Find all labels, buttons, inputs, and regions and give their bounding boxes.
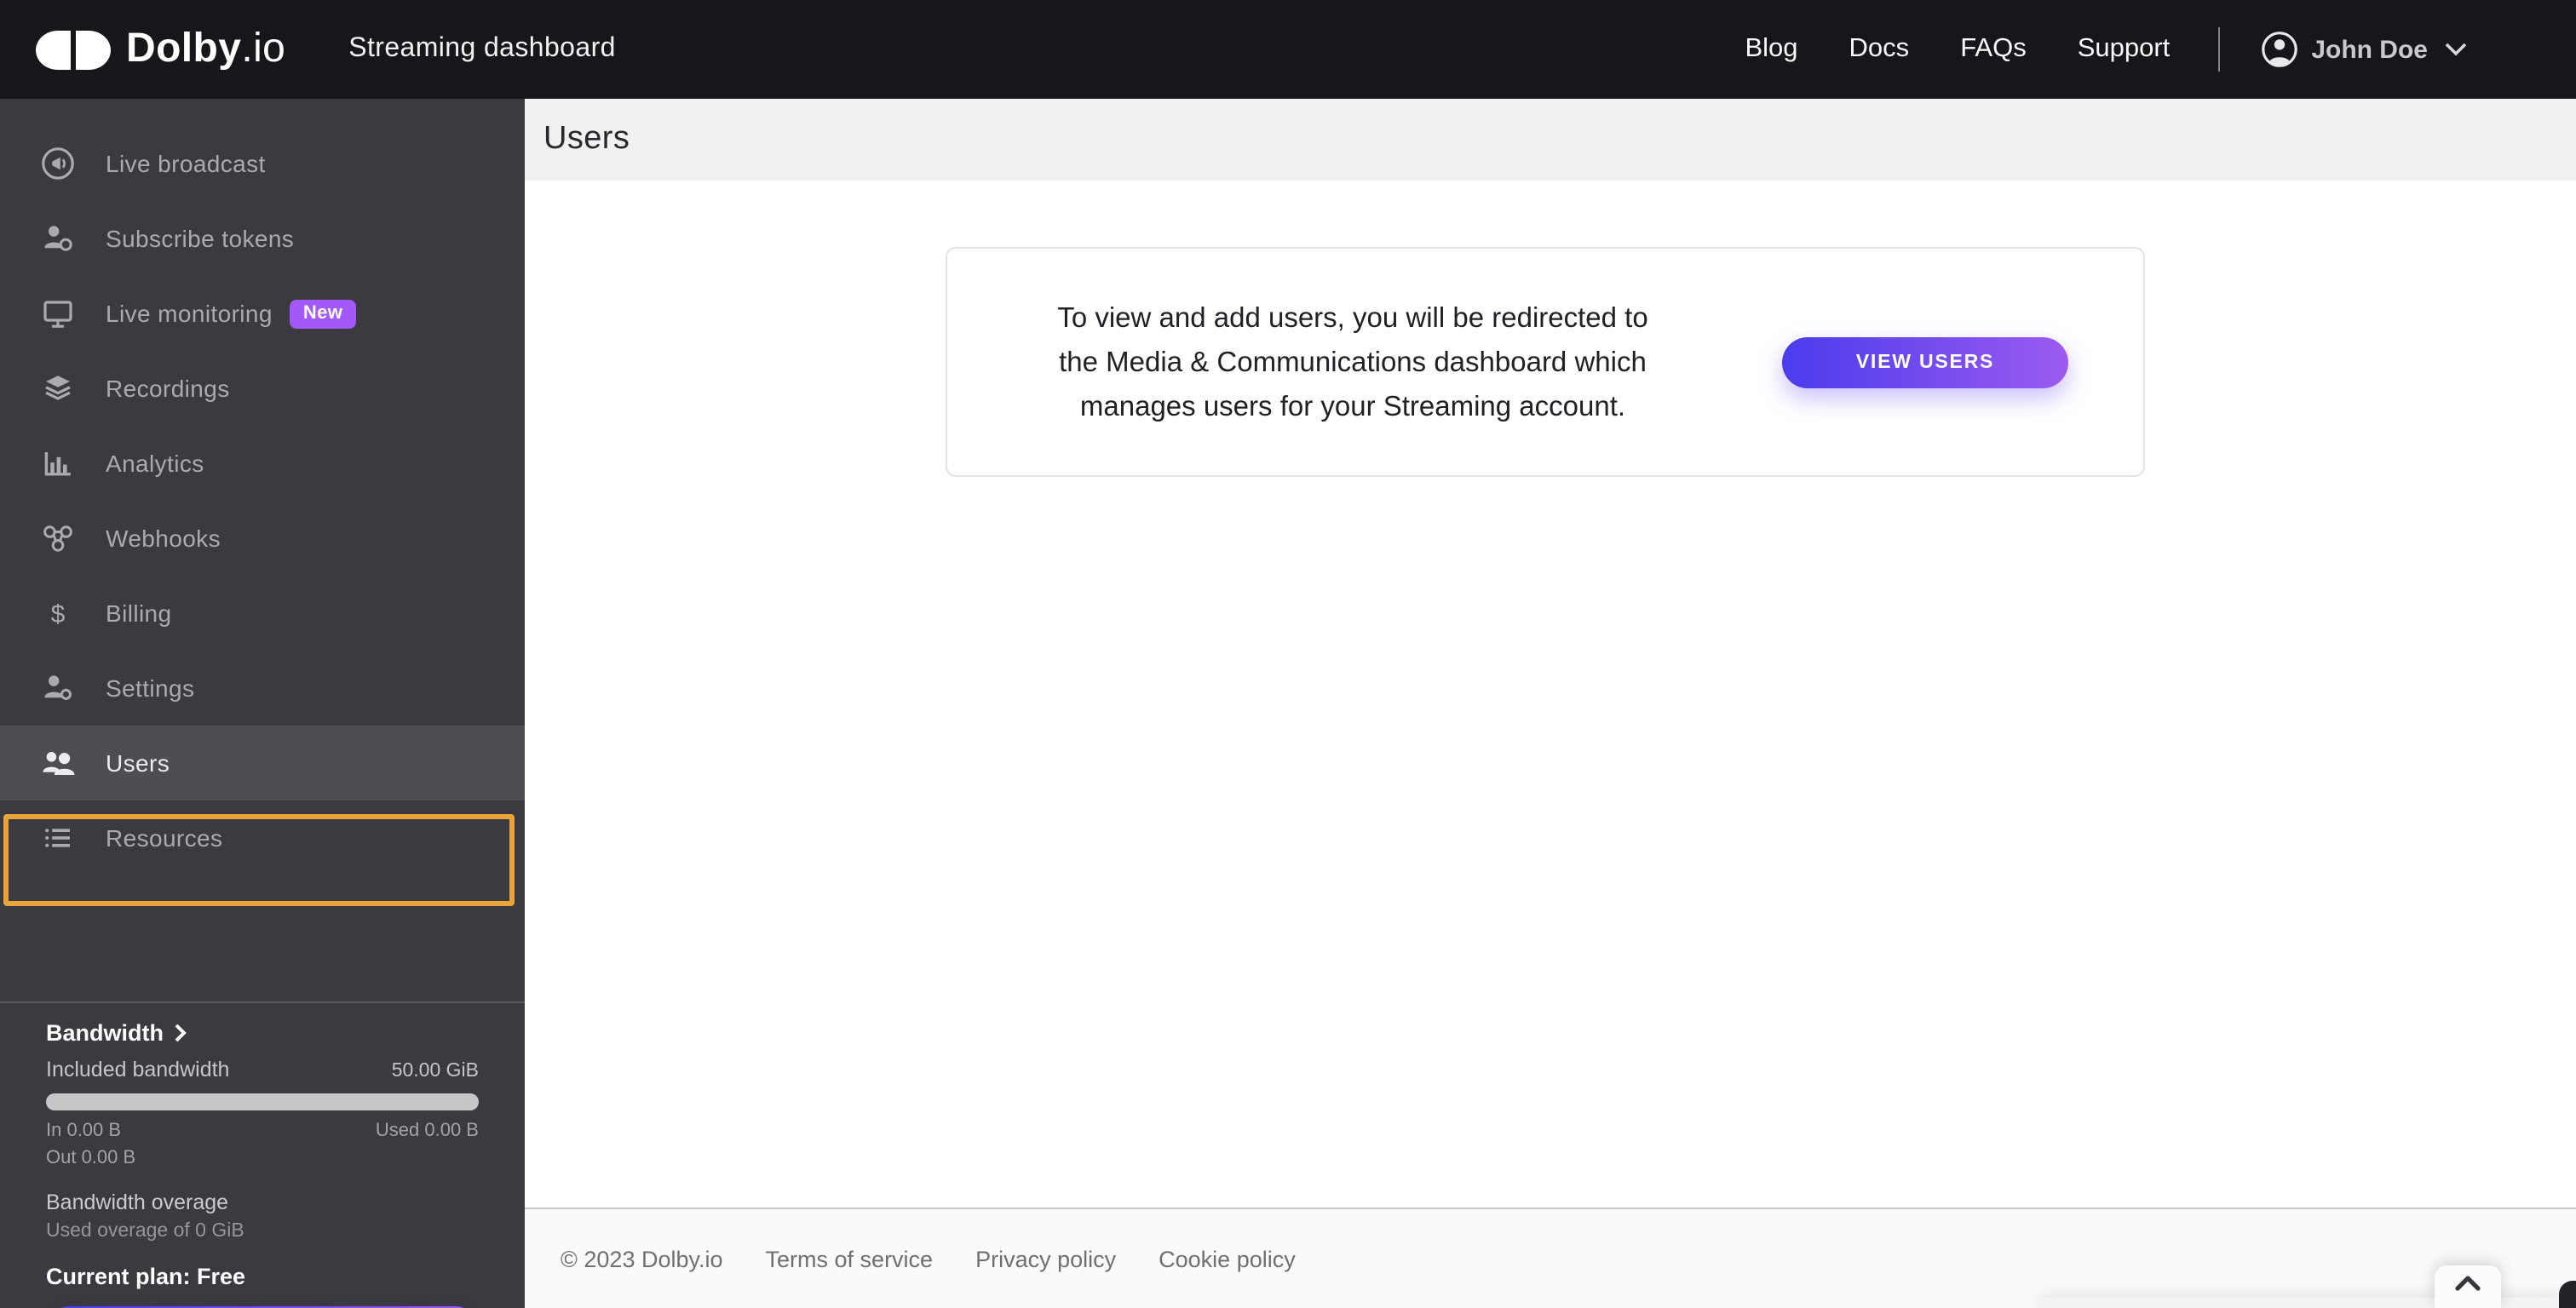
page-title: Users [543,121,630,157]
nav-link-blog[interactable]: Blog [1745,34,1797,65]
sidebar-item-label: Recordings [106,375,230,402]
list-icon [39,819,77,857]
included-bandwidth-row: Included bandwidth 50.00 GiB [46,1058,479,1081]
sidebar-nav: Live broadcast Subscribe tokens Live mon… [0,126,525,875]
footer: © 2023 Dolby.io Terms of service Privacy… [525,1208,2576,1308]
svg-text:$: $ [51,600,66,628]
sidebar-item-billing[interactable]: $ Billing [0,576,525,651]
nav-link-support[interactable]: Support [2078,34,2171,65]
bandwidth-overage-title: Bandwidth overage [46,1190,229,1214]
person-gear-icon [39,669,77,707]
navbar-right: Blog Docs FAQs Support John Doe [1693,27,2467,72]
footer-link-cookie[interactable]: Cookie policy [1159,1246,1296,1271]
sidebar-item-settings[interactable]: Settings [0,651,525,726]
bandwidth-in-used-row: In 0.00 B Used 0.00 B [46,1121,479,1141]
sidebar-item-label: Billing [106,600,172,627]
bandwidth-overage-detail: Used overage of 0 GiB [46,1221,244,1242]
included-bandwidth-value: 50.00 GiB [391,1061,479,1081]
footer-copyright: © 2023 Dolby.io [561,1246,723,1271]
chevron-right-icon [175,1023,187,1041]
person-badge-icon [39,220,77,257]
sidebar-item-label: Users [106,749,170,777]
sidebar-item-label: Webhooks [106,525,221,552]
sidebar-item-users[interactable]: Users [0,726,525,800]
users-icon [39,744,77,782]
sidebar-item-webhooks[interactable]: Webhooks [0,501,525,576]
bar-chart-icon [39,445,77,482]
chevron-up-icon [2455,1276,2481,1291]
new-badge: New [289,299,357,328]
app-title: Streaming dashboard [348,34,616,63]
dolby-double-d-icon [36,30,111,69]
sidebar-item-label: Analytics [106,450,204,477]
bandwidth-used-label: Used 0.00 B [375,1121,479,1141]
dollar-icon: $ [39,594,77,632]
sidebar-divider [0,1001,525,1003]
sidebar-item-label: Live monitoring [106,300,273,327]
view-users-button[interactable]: VIEW USERS [1782,336,2068,387]
footer-link-privacy[interactable]: Privacy policy [975,1246,1116,1271]
sidebar-item-resources[interactable]: Resources [0,800,525,875]
sidebar-item-live-monitoring[interactable]: Live monitoring New [0,276,525,351]
nav-link-faqs[interactable]: FAQs [1960,34,2027,65]
sidebar-item-label: Live broadcast [106,150,266,177]
dolby-logo[interactable]: Dolby.io [36,26,285,73]
sidebar-item-live-broadcast[interactable]: Live broadcast [0,126,525,201]
sidebar-item-label: Resources [106,824,223,852]
user-name: John Doe [2311,35,2428,64]
user-avatar-icon [2260,31,2297,68]
users-redirect-card: To view and add users, you will be redir… [946,247,2145,477]
sidebar-item-label: Subscribe tokens [106,225,295,252]
sidebar-item-subscribe-tokens[interactable]: Subscribe tokens [0,201,525,276]
footer-link-terms[interactable]: Terms of service [766,1246,934,1271]
layers-icon [39,370,77,407]
sidebar-item-recordings[interactable]: Recordings [0,351,525,426]
user-menu[interactable]: John Doe [2260,31,2467,68]
corner-widget [2559,1281,2576,1308]
users-redirect-message: To view and add users, you will be redir… [1057,302,1648,422]
bandwidth-panel: Bandwidth Included bandwidth 50.00 GiB I… [0,1018,525,1308]
nav-link-docs[interactable]: Docs [1849,34,1910,65]
bandwidth-title-label: Bandwidth [46,1019,164,1045]
chevron-down-icon [2445,43,2467,56]
bandwidth-title[interactable]: Bandwidth [46,1018,479,1046]
bandwidth-progress-bar [46,1093,479,1110]
navbar-divider [2217,27,2220,72]
sidebar: Live broadcast Subscribe tokens Live mon… [0,99,525,1308]
monitor-icon [39,295,77,332]
logo-text: Dolby.io [126,26,286,72]
included-bandwidth-label: Included bandwidth [46,1058,230,1081]
bandwidth-out-label: Out 0.00 B [46,1148,136,1168]
broadcast-icon [39,145,77,182]
current-plan-label: Current plan: Free [46,1264,246,1289]
scroll-to-top-button[interactable] [2435,1265,2501,1308]
sidebar-item-label: Settings [106,674,195,702]
webhook-icon [39,519,77,557]
page-header: Users [525,99,2576,181]
sidebar-item-analytics[interactable]: Analytics [0,426,525,501]
streaming-dashboard-app: Dolby.io Streaming dashboard Blog Docs F… [0,0,2576,1308]
bandwidth-in-label: In 0.00 B [46,1121,122,1141]
top-navbar: Dolby.io Streaming dashboard Blog Docs F… [0,0,2576,99]
